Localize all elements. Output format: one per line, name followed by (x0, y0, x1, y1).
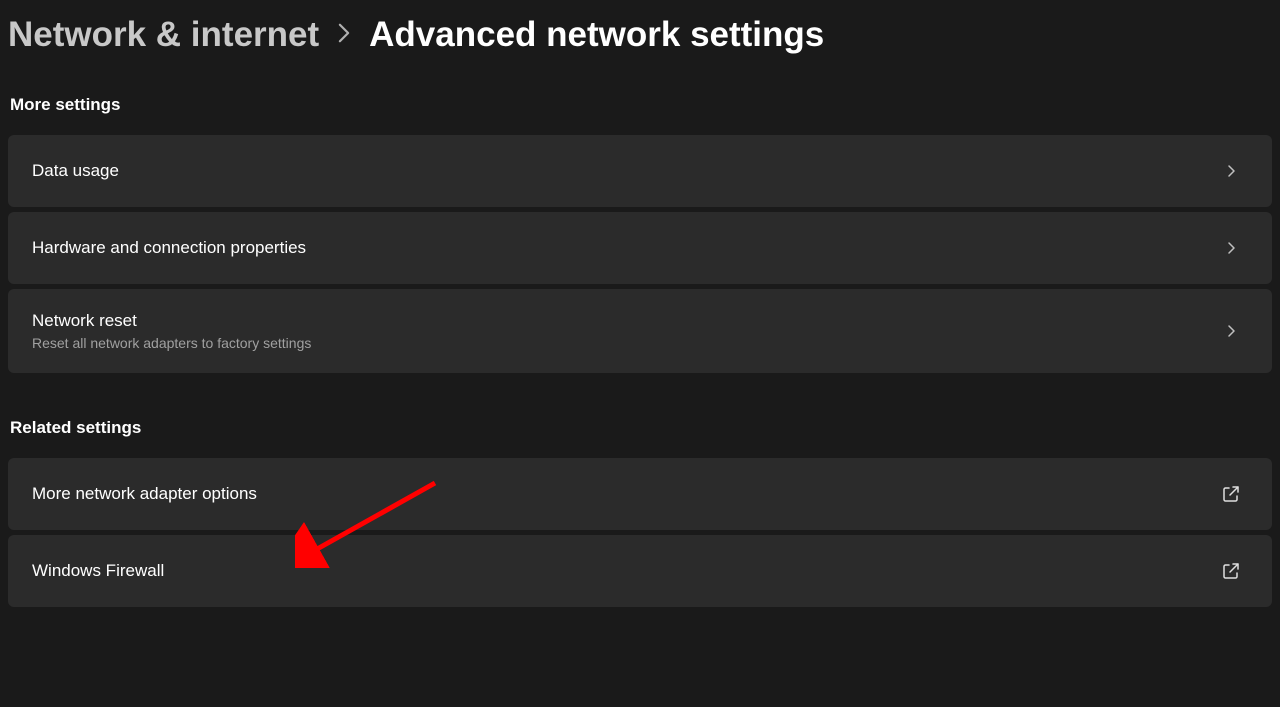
setting-item-more-network-adapter-options[interactable]: More network adapter options (8, 458, 1272, 530)
chevron-right-icon (337, 19, 351, 51)
section-heading-related-settings: Related settings (10, 418, 1272, 438)
setting-text: Hardware and connection properties (32, 238, 306, 258)
setting-text: Windows Firewall (32, 561, 164, 581)
setting-title: Windows Firewall (32, 561, 164, 581)
setting-item-windows-firewall[interactable]: Windows Firewall (8, 535, 1272, 607)
breadcrumb: Network & internet Advanced network sett… (8, 15, 1272, 55)
setting-text: Data usage (32, 161, 119, 181)
chevron-right-icon (1224, 163, 1240, 179)
more-settings-list: Data usage Hardware and connection prope… (8, 135, 1272, 373)
setting-item-hardware-properties[interactable]: Hardware and connection properties (8, 212, 1272, 284)
chevron-right-icon (1224, 240, 1240, 256)
setting-title: More network adapter options (32, 484, 257, 504)
setting-title: Data usage (32, 161, 119, 181)
setting-item-data-usage[interactable]: Data usage (8, 135, 1272, 207)
setting-item-network-reset[interactable]: Network reset Reset all network adapters… (8, 289, 1272, 373)
external-link-icon (1222, 562, 1240, 580)
breadcrumb-current: Advanced network settings (369, 15, 824, 55)
section-heading-more-settings: More settings (10, 95, 1272, 115)
breadcrumb-parent[interactable]: Network & internet (8, 15, 319, 55)
setting-title: Hardware and connection properties (32, 238, 306, 258)
chevron-right-icon (1224, 323, 1240, 339)
setting-subtitle: Reset all network adapters to factory se… (32, 335, 311, 351)
related-settings-list: More network adapter options Windows Fir… (8, 458, 1272, 607)
external-link-icon (1222, 485, 1240, 503)
setting-text: More network adapter options (32, 484, 257, 504)
setting-title: Network reset (32, 311, 311, 331)
setting-text: Network reset Reset all network adapters… (32, 311, 311, 351)
